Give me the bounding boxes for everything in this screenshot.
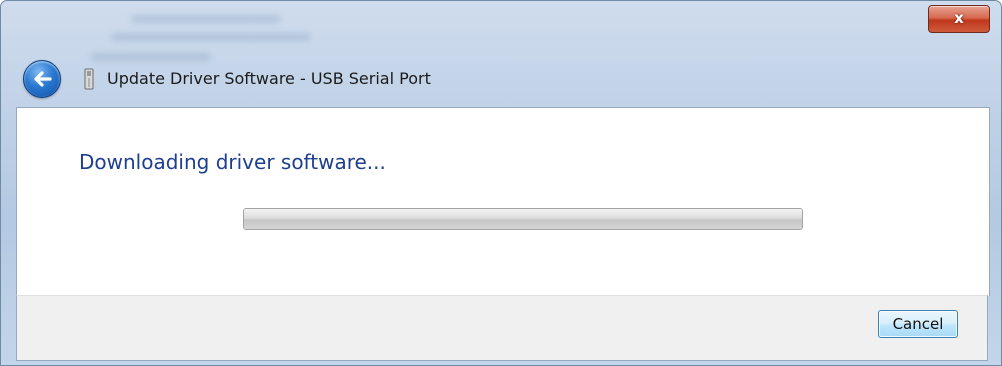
close-button[interactable]: x [928, 5, 990, 33]
title-bar: Update Driver Software - USB Serial Port [1, 56, 1001, 100]
back-button[interactable] [23, 60, 61, 98]
back-arrow-icon [34, 71, 52, 87]
close-icon: x [954, 9, 964, 27]
dialog-window: x Update Driver Software - USB Serial Po… [0, 0, 1002, 366]
download-progress-bar [243, 208, 803, 230]
cancel-button[interactable]: Cancel [878, 310, 958, 338]
button-bar: Cancel [16, 295, 988, 361]
window-title: Update Driver Software - USB Serial Port [107, 69, 431, 88]
status-heading: Downloading driver software... [79, 150, 386, 174]
content-panel: Downloading driver software... [16, 107, 990, 296]
usb-device-icon [84, 68, 94, 90]
progress-fill [244, 209, 802, 229]
